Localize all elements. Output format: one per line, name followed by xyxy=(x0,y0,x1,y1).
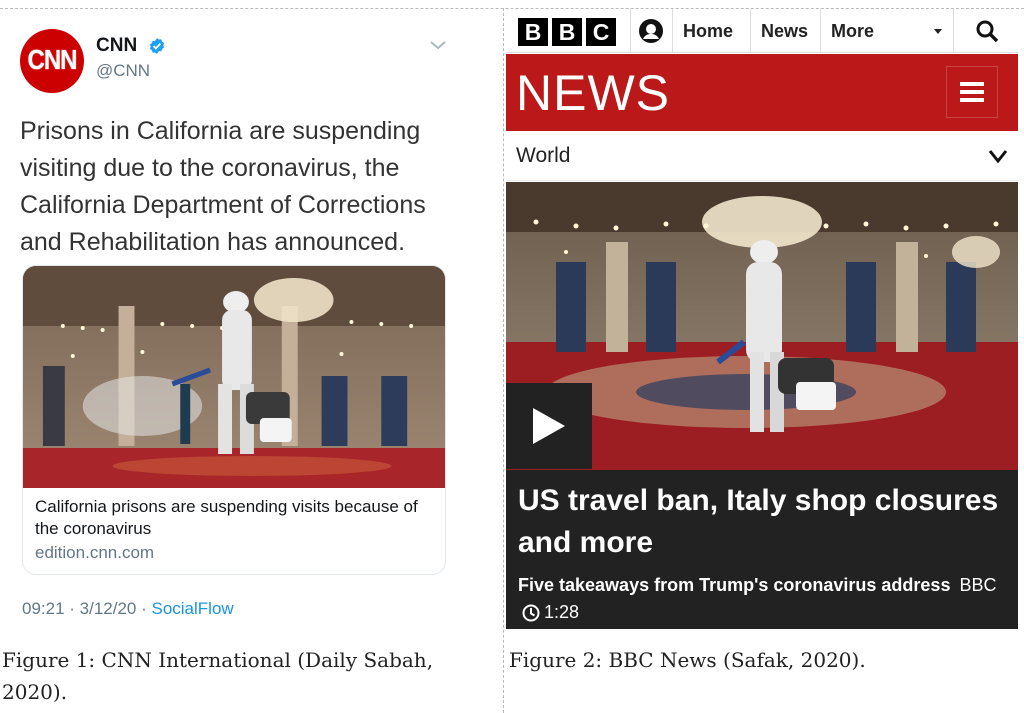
play-icon xyxy=(533,408,565,444)
tweet-author: CNN @CNN xyxy=(96,35,166,81)
source-label: BBC xyxy=(959,575,997,595)
bbc-logo-letter: C xyxy=(586,18,616,46)
search-icon xyxy=(976,20,999,43)
story-promo[interactable]: US travel ban, Italy shop closures and m… xyxy=(506,470,1018,629)
avatar[interactable]: CNN xyxy=(20,29,84,93)
bbc-news-page: B B C Home News More NEWS World US trave… xyxy=(506,9,1018,629)
tweet-timestamp[interactable]: 09:21 · 3/12/20 · xyxy=(22,599,151,618)
verified-badge-icon xyxy=(149,38,164,54)
nav-more[interactable]: More xyxy=(820,9,954,53)
tweet-text: Prisons in California are suspending vis… xyxy=(20,117,426,256)
play-button[interactable] xyxy=(506,383,592,469)
chevron-down-icon[interactable] xyxy=(428,37,448,53)
caret-down-icon xyxy=(934,29,942,34)
account-button[interactable] xyxy=(630,9,670,53)
subheadline: Five takeaways from Trump's coronavirus … xyxy=(518,572,1006,630)
headline[interactable]: US travel ban, Italy shop closures and m… xyxy=(518,480,1006,564)
bbc-logo-letter: B xyxy=(518,18,548,46)
account-icon xyxy=(638,19,663,43)
top-navigation: B B C Home News More xyxy=(506,9,1018,53)
frame-divider xyxy=(503,8,504,713)
bbc-logo-letter: B xyxy=(552,18,582,46)
subheadline-text: Five takeaways from Trump's coronavirus … xyxy=(518,575,951,595)
link-card[interactable]: California prisons are suspending visits… xyxy=(22,265,446,575)
clock-icon xyxy=(522,604,540,621)
hamburger-menu-icon xyxy=(960,82,984,102)
card-image xyxy=(23,266,445,488)
search-button[interactable] xyxy=(956,9,1018,53)
tweet-meta: 09:21 · 3/12/20 · SocialFlow xyxy=(22,599,234,619)
bbc-logo[interactable]: B B C xyxy=(518,18,616,46)
nav-more-label: More xyxy=(831,20,875,41)
news-banner: NEWS xyxy=(506,54,1018,131)
nav-home[interactable]: Home xyxy=(672,9,750,53)
screen-name[interactable]: @CNN xyxy=(96,61,166,81)
card-domain: edition.cnn.com xyxy=(35,543,155,562)
tweet-source-link[interactable]: SocialFlow xyxy=(151,599,233,618)
news-wordmark[interactable]: NEWS xyxy=(516,64,670,122)
nav-news[interactable]: News xyxy=(750,9,820,53)
tweet: CNN CNN @CNN Prisons in California are s… xyxy=(0,9,503,635)
duration: 1:28 xyxy=(522,599,579,626)
section-label: World xyxy=(516,143,571,167)
cnn-logo: CNN xyxy=(27,44,78,76)
section-selector[interactable]: World xyxy=(506,131,1018,181)
figure-2-caption: Figure 2: BBC News (Safak, 2020). xyxy=(509,648,866,672)
figure-1-caption: Figure 1: CNN International (Daily Sabah… xyxy=(2,648,434,704)
chevron-down-icon xyxy=(988,149,1008,163)
card-title: California prisons are suspending visits… xyxy=(35,497,418,538)
display-name[interactable]: CNN xyxy=(96,35,137,57)
duration-text: 1:28 xyxy=(544,602,580,622)
menu-button[interactable] xyxy=(946,66,998,118)
